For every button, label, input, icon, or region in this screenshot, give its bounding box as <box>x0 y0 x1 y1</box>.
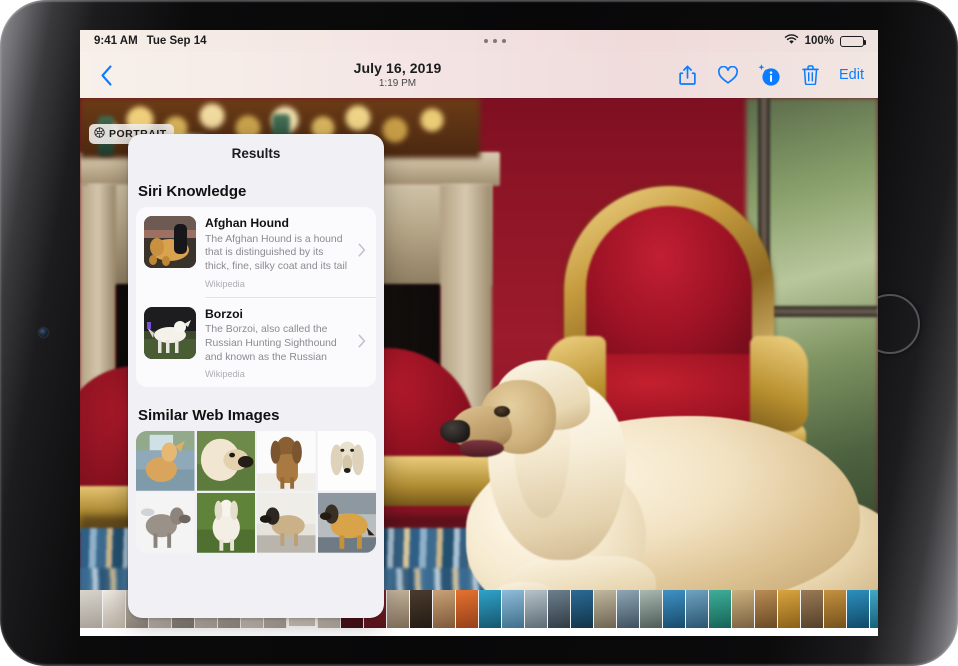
aperture-icon <box>94 127 105 141</box>
filmstrip-thumbnail[interactable] <box>479 590 501 628</box>
afghan-hound-subject <box>410 344 878 628</box>
filmstrip-thumbnail[interactable] <box>778 590 800 628</box>
filmstrip-thumbnail[interactable] <box>502 590 524 628</box>
battery-full-icon <box>840 36 864 47</box>
results-panel-title: Results <box>128 134 384 163</box>
battery-percent-label: 100% <box>805 35 834 47</box>
filmstrip-thumbnail[interactable] <box>732 590 754 628</box>
multitasking-dots-handle[interactable] <box>207 39 784 43</box>
filmstrip-thumbnail[interactable] <box>548 590 570 628</box>
filmstrip-thumbnail[interactable] <box>410 590 432 628</box>
knowledge-row-afghan-hound[interactable]: Afghan Hound The Afghan Hound is a hound… <box>136 207 376 297</box>
edit-button[interactable]: Edit <box>839 67 866 83</box>
filmstrip-thumbnail[interactable] <box>755 590 777 628</box>
knowledge-description: The Afghan Hound is a hound that is dist… <box>205 233 349 275</box>
filmstrip-thumbnail[interactable] <box>456 590 478 628</box>
web-image-thumbnail[interactable] <box>318 431 377 491</box>
ipad-device-frame: 9:41 AM Tue Sep 14 100% <box>0 0 958 666</box>
section-heading-siri-knowledge: Siri Knowledge <box>128 163 384 207</box>
section-heading-similar-web-images: Similar Web Images <box>128 387 384 431</box>
filmstrip-thumbnail[interactable] <box>80 590 102 628</box>
web-image-thumbnail[interactable] <box>136 493 195 553</box>
web-image-thumbnail[interactable] <box>257 431 316 491</box>
back-button[interactable] <box>92 61 120 89</box>
multitask-dot <box>502 39 506 43</box>
ipad-screen: 9:41 AM Tue Sep 14 100% <box>80 30 878 636</box>
filmstrip-thumbnail[interactable] <box>571 590 593 628</box>
multitask-dot <box>493 39 497 43</box>
filmstrip-thumbnail[interactable] <box>640 590 662 628</box>
knowledge-text: Borzoi The Borzoi, also called the Russi… <box>205 307 349 380</box>
filmstrip-thumbnail[interactable] <box>801 590 823 628</box>
front-camera-dot <box>39 328 48 337</box>
filmstrip-thumbnail[interactable] <box>663 590 685 628</box>
knowledge-row-borzoi[interactable]: Borzoi The Borzoi, also called the Russi… <box>136 298 376 388</box>
knowledge-source: Wikipedia <box>205 279 349 289</box>
web-image-thumbnail[interactable] <box>136 431 195 491</box>
knowledge-thumbnail <box>144 216 196 268</box>
filmstrip-thumbnail[interactable] <box>387 590 409 628</box>
photo-date: July 16, 2019 <box>120 61 675 77</box>
similar-web-images-grid <box>136 431 376 552</box>
web-image-thumbnail[interactable] <box>318 493 377 553</box>
filmstrip-thumbnail[interactable] <box>594 590 616 628</box>
web-image-thumbnail[interactable] <box>197 493 256 553</box>
filmstrip-thumbnail[interactable] <box>709 590 731 628</box>
chevron-right-icon <box>358 243 368 261</box>
knowledge-description: The Borzoi, also called the Russian Hunt… <box>205 323 349 365</box>
filmstrip-thumbnail[interactable] <box>103 590 125 628</box>
photo-time: 1:19 PM <box>120 78 675 89</box>
filmstrip-thumbnail[interactable] <box>686 590 708 628</box>
status-time: 9:41 AM <box>94 35 138 47</box>
filmstrip-thumbnail[interactable] <box>525 590 547 628</box>
filmstrip-thumbnail[interactable] <box>433 590 455 628</box>
knowledge-title: Afghan Hound <box>205 216 349 231</box>
filmstrip-thumbnail[interactable] <box>617 590 639 628</box>
filmstrip-thumbnail[interactable] <box>870 590 878 628</box>
chevron-right-icon <box>358 334 368 352</box>
photo-title-block: July 16, 2019 1:19 PM <box>120 61 675 89</box>
filmstrip-thumbnail[interactable] <box>847 590 869 628</box>
share-icon[interactable] <box>675 63 699 87</box>
siri-knowledge-card: Afghan Hound The Afghan Hound is a hound… <box>136 207 376 387</box>
knowledge-text: Afghan Hound The Afghan Hound is a hound… <box>205 216 349 289</box>
visual-lookup-results-panel: Results Siri Knowledge <box>128 134 384 618</box>
wifi-icon <box>784 34 799 48</box>
trash-icon[interactable] <box>798 63 822 87</box>
photo-toolbar: July 16, 2019 1:19 PM <box>80 52 878 98</box>
toolbar-actions: Edit <box>675 63 866 87</box>
knowledge-thumbnail <box>144 307 196 359</box>
status-bar-left: 9:41 AM Tue Sep 14 <box>94 35 207 47</box>
status-date: Tue Sep 14 <box>147 35 207 47</box>
heart-icon[interactable] <box>716 63 740 87</box>
info-sparkle-icon[interactable] <box>757 63 781 87</box>
knowledge-source: Wikipedia <box>205 369 349 379</box>
filmstrip-thumbnail[interactable] <box>824 590 846 628</box>
multitask-dot <box>484 39 488 43</box>
web-image-thumbnail[interactable] <box>257 493 316 553</box>
knowledge-title: Borzoi <box>205 307 349 322</box>
status-bar-right: 100% <box>784 34 864 48</box>
status-bar: 9:41 AM Tue Sep 14 100% <box>80 30 878 52</box>
web-image-thumbnail[interactable] <box>197 431 256 491</box>
